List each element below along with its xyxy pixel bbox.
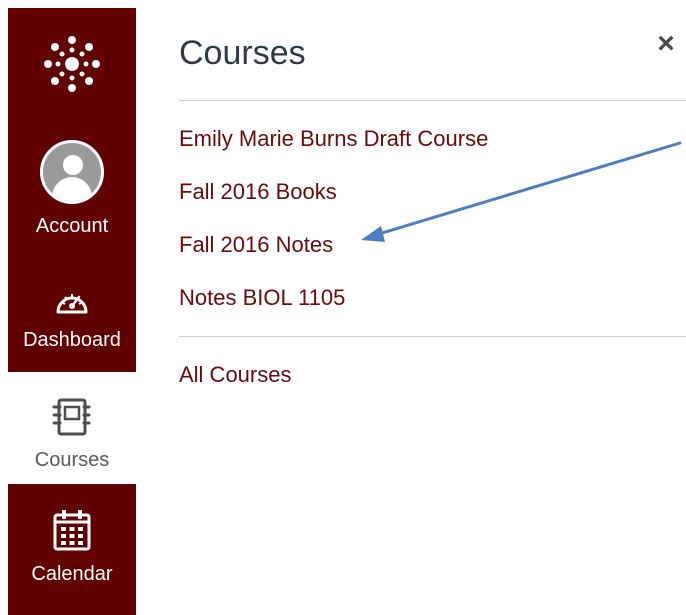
annotation-arrow (361, 141, 682, 242)
